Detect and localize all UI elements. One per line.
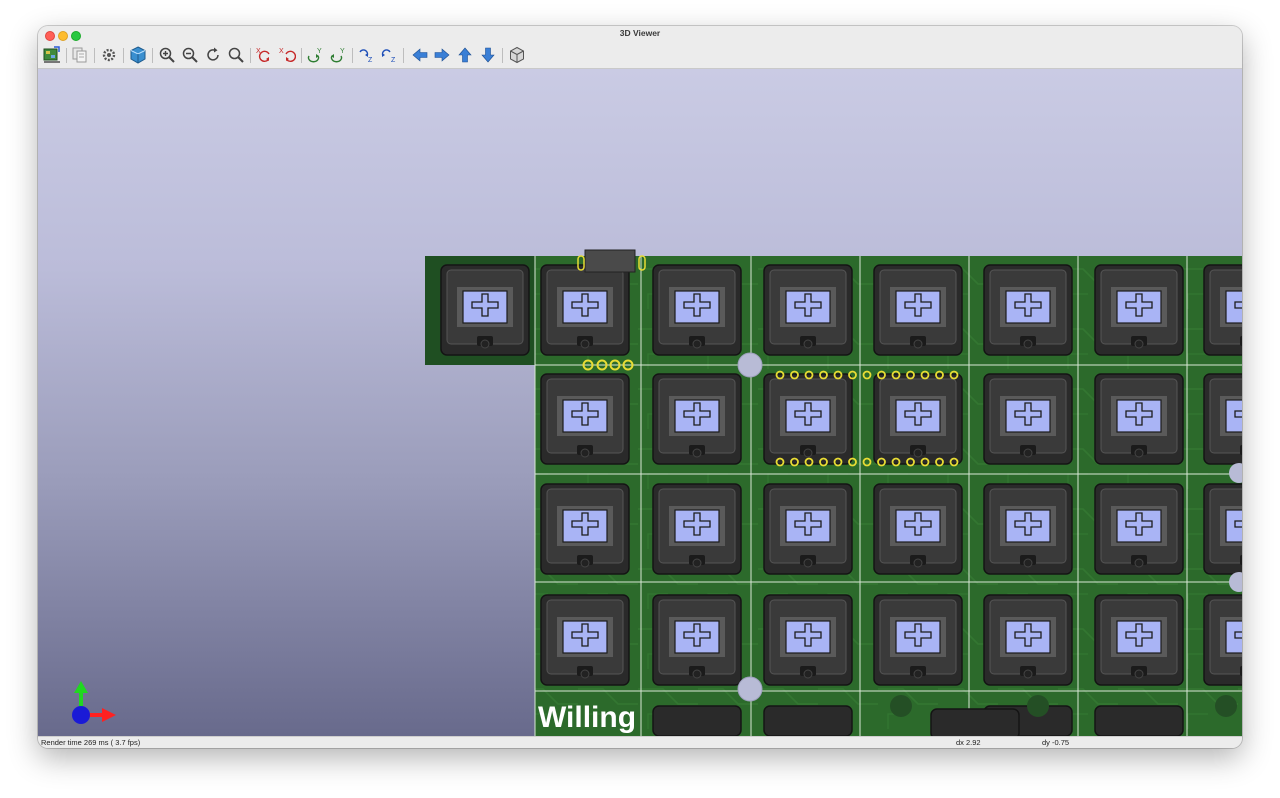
key-switch [1094,373,1184,465]
key-switch [983,373,1073,465]
key-switch [930,708,1020,736]
key-switch [873,264,963,356]
rotate-z-ccw-icon[interactable]: Z [379,45,399,65]
dy-readout: dy -0.75 [1042,738,1070,747]
key-switch [983,483,1073,575]
key-switch [1094,264,1184,356]
refresh-icon[interactable] [203,45,223,65]
via [1215,695,1237,717]
title-bar: 3D Viewer [38,26,1242,42]
key-switch [873,373,963,465]
key-switch [763,705,853,736]
key-switch [1094,705,1184,736]
key-switch [1094,594,1184,686]
key-switch [1203,594,1242,686]
key-switch [763,594,853,686]
key-switch [1203,264,1242,356]
toolbar-separator [66,48,67,63]
key-switch [983,594,1073,686]
rotate-y-cw-icon[interactable]: Y [305,45,325,65]
silkscreen-text: Willing [538,701,636,734]
svg-text:Z: Z [391,57,396,64]
rotate-y-ccw-icon[interactable]: Y [328,45,348,65]
key-switch [1203,373,1242,465]
toolbar-separator [152,48,153,63]
zoom-out-icon[interactable] [180,45,200,65]
dx-readout: dx 2.92 [956,738,981,747]
settings-gear-icon[interactable] [99,45,119,65]
mounting-hole [737,352,763,378]
key-switch [763,483,853,575]
key-switch [1094,483,1184,575]
mounting-hole [737,676,763,702]
key-switch [652,594,742,686]
key-switch [540,483,630,575]
arrow-left-icon[interactable] [410,45,430,65]
toolbar-separator [502,48,503,63]
rotate-x-cw-icon[interactable]: X [254,45,274,65]
key-switch [983,264,1073,356]
key-switch [763,264,853,356]
via [1027,695,1049,717]
key-switch [763,373,853,465]
key-switch [652,373,742,465]
key-switch [540,373,630,465]
rotate-z-cw-icon[interactable]: Z [356,45,376,65]
svg-text:X: X [279,48,284,55]
switch-array [440,264,1242,736]
ortho-cube-icon[interactable] [507,45,527,65]
key-switch [440,264,530,356]
pcb-render: Willing [425,249,1242,736]
key-switch [652,705,742,736]
axis-gizmo [72,681,116,724]
svg-text:Z: Z [368,57,373,64]
key-switch [873,594,963,686]
3d-viewer-window: 3D Viewer X X Y Y Z Z Willing Render tim… [38,26,1242,748]
key-switch [540,264,630,356]
toolbar-separator [301,48,302,63]
arrow-right-icon[interactable] [432,45,452,65]
toolbar-separator [123,48,124,63]
render-time-label: Render time 269 ms ( 3.7 fps) [41,738,141,747]
key-switch [873,483,963,575]
toolbar-separator [403,48,404,63]
reload-board-icon[interactable] [42,45,62,65]
zoom-in-icon[interactable] [157,45,177,65]
usb-connector [584,249,636,273]
svg-text:Y: Y [317,48,322,55]
window-title: 3D Viewer [619,28,661,38]
toolbar-separator [352,48,353,63]
key-switch [1203,483,1242,575]
rotate-x-ccw-icon[interactable]: X [277,45,297,65]
via [890,695,912,717]
arrow-down-icon[interactable] [478,45,498,65]
key-switch [652,264,742,356]
zoom-fit-icon[interactable] [226,45,246,65]
toolbar-separator [250,48,251,63]
toolbar: X X Y Y Z Z [38,42,1242,69]
key-switch [652,483,742,575]
key-switch [540,594,630,686]
raytrace-cube-icon[interactable] [128,45,148,65]
status-bar: Render time 269 ms ( 3.7 fps) dx 2.92 dy… [38,736,1242,748]
3d-viewport[interactable]: Willing [38,69,1242,736]
toolbar-separator [94,48,95,63]
copy-image-icon[interactable] [70,45,90,65]
arrow-up-icon[interactable] [455,45,475,65]
svg-text:Y: Y [340,48,345,55]
